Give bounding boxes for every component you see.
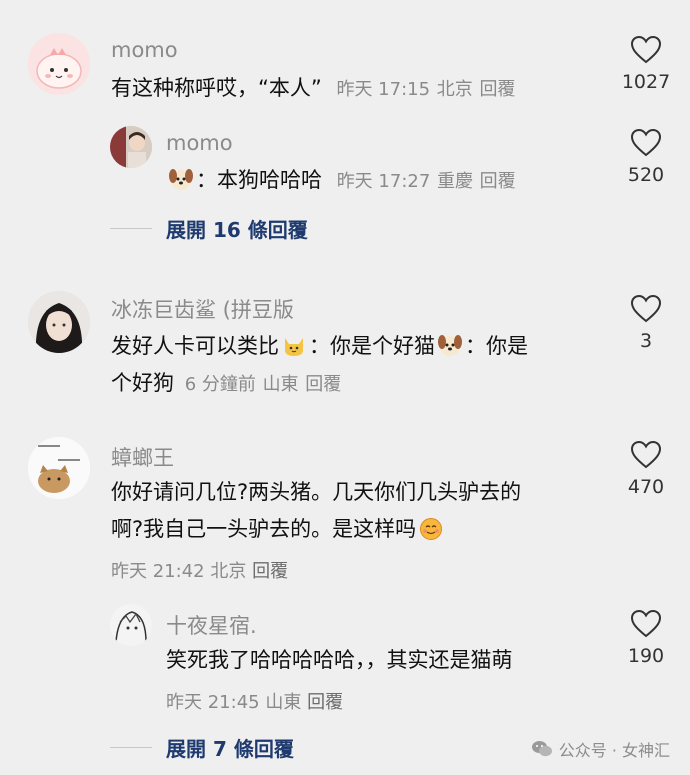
expand-replies-label[interactable]: 展開 16 條回覆 [166, 214, 308, 243]
avatar[interactable] [28, 33, 90, 95]
comment-text-line2: 个好狗 6 分鐘前 山東 回覆 [111, 365, 341, 403]
reply-button[interactable]: 回覆 [305, 374, 341, 395]
comment-body-part3: ：你是 [465, 334, 528, 358]
heart-icon[interactable] [630, 128, 662, 158]
cat-meme-avatar-icon [28, 437, 90, 499]
username[interactable]: momo [111, 38, 178, 62]
comment-body-line2: 个好狗 [111, 371, 174, 395]
username[interactable]: 冰冻巨齿鲨 (拼豆版 [111, 294, 294, 324]
cat-emoji-icon [285, 338, 303, 356]
like-count: 520 [627, 164, 665, 186]
wechat-icon [531, 741, 552, 757]
comment-meta: 昨天 21:45 山東 回覆 [166, 688, 343, 714]
comment-text: 发好人卡可以类比 ：你是个好猫 ：你是 [111, 328, 528, 364]
divider [110, 228, 152, 229]
comment-location: 北京 [210, 561, 247, 582]
comment-time: 6 分鐘前 [184, 374, 256, 395]
sketch-avatar-icon [110, 604, 152, 646]
username[interactable]: 蟑螂王 [111, 442, 174, 472]
like-count: 190 [627, 645, 665, 667]
comment-body: ：本狗哈哈哈 [196, 168, 322, 192]
heart-icon[interactable] [630, 609, 662, 639]
comment-text: ：本狗哈哈哈 昨天 17:27 重慶 回覆 [166, 162, 516, 200]
comment-body: 有这种称呼哎，“本人” [111, 76, 322, 100]
photo-avatar-icon [110, 126, 152, 168]
comment-location: 北京 [436, 79, 473, 100]
comment-body-line1: 你好请问几位?两头猪。几天你们几头驴去的 [111, 480, 522, 504]
heart-icon[interactable] [630, 294, 662, 324]
avatar[interactable] [28, 437, 90, 499]
like-count: 470 [627, 476, 665, 498]
comment-text-line1: 你好请问几位?两头猪。几天你们几头驴去的 [111, 474, 521, 510]
comment-body-line2: 啊?我自己一头驴去的。是这样吗 [111, 517, 417, 541]
comment-meta: 昨天 21:42 北京 回覆 [111, 557, 288, 583]
username[interactable]: 十夜星宿. [166, 610, 257, 640]
smirk-emoji-icon [420, 518, 443, 540]
expand-replies-label[interactable]: 展開 7 條回覆 [166, 733, 294, 762]
reply-button[interactable]: 回覆 [479, 79, 515, 100]
comment-location: 山東 [265, 692, 302, 713]
comment-body: 笑死我了哈哈哈哈哈，，其实还是猫萌 [166, 648, 513, 672]
heart-icon[interactable] [630, 440, 662, 470]
heart-icon[interactable] [630, 35, 662, 65]
comments-screen: momo 有这种称呼哎，“本人” 昨天 17:15 北京 回覆 1027 mom… [0, 0, 690, 775]
comment-time: 昨天 21:42 [111, 561, 205, 582]
divider [110, 747, 152, 748]
like-count: 3 [639, 330, 653, 352]
like-control[interactable]: 190 [606, 609, 686, 667]
comment-text: 笑死我了哈哈哈哈哈，，其实还是猫萌 [166, 642, 513, 678]
username[interactable]: momo [166, 131, 233, 155]
like-count: 1027 [621, 71, 671, 93]
dog-emoji-icon [438, 335, 462, 356]
comment-location: 山東 [262, 374, 299, 395]
girl-photo-avatar-icon [28, 291, 90, 353]
reply-button[interactable]: 回覆 [252, 561, 288, 582]
comment-body-part2: ：你是个好猫 [309, 334, 435, 358]
avatar[interactable] [110, 604, 152, 646]
watermark-text: 公众号 · 女神汇 [558, 741, 670, 760]
expand-replies-button[interactable]: 展開 7 條回覆 [110, 733, 294, 762]
comment-time: 昨天 17:27 [336, 171, 431, 192]
avatar[interactable] [28, 291, 90, 353]
comment-body-part1: 发好人卡可以类比 [111, 334, 279, 358]
expand-replies-button[interactable]: 展開 16 條回覆 [110, 214, 308, 243]
like-control[interactable]: 1027 [606, 35, 686, 93]
dog-emoji-icon [169, 169, 193, 190]
comment-text: 有这种称呼哎，“本人” 昨天 17:15 北京 回覆 [111, 70, 515, 108]
comment-location: 重慶 [436, 171, 473, 192]
watermark: 公众号 · 女神汇 [531, 737, 670, 761]
avatar[interactable] [110, 126, 152, 168]
comment-time: 昨天 21:45 [166, 692, 260, 713]
like-control[interactable]: 520 [606, 128, 686, 186]
reply-button[interactable]: 回覆 [480, 171, 516, 192]
comment-time: 昨天 17:15 [336, 79, 431, 100]
like-control[interactable]: 3 [606, 294, 686, 352]
pink-cartoon-avatar-icon [28, 33, 90, 95]
like-control[interactable]: 470 [606, 440, 686, 498]
reply-button[interactable]: 回覆 [307, 692, 343, 713]
comment-text-line2: 啊?我自己一头驴去的。是这样吗 [111, 511, 446, 547]
